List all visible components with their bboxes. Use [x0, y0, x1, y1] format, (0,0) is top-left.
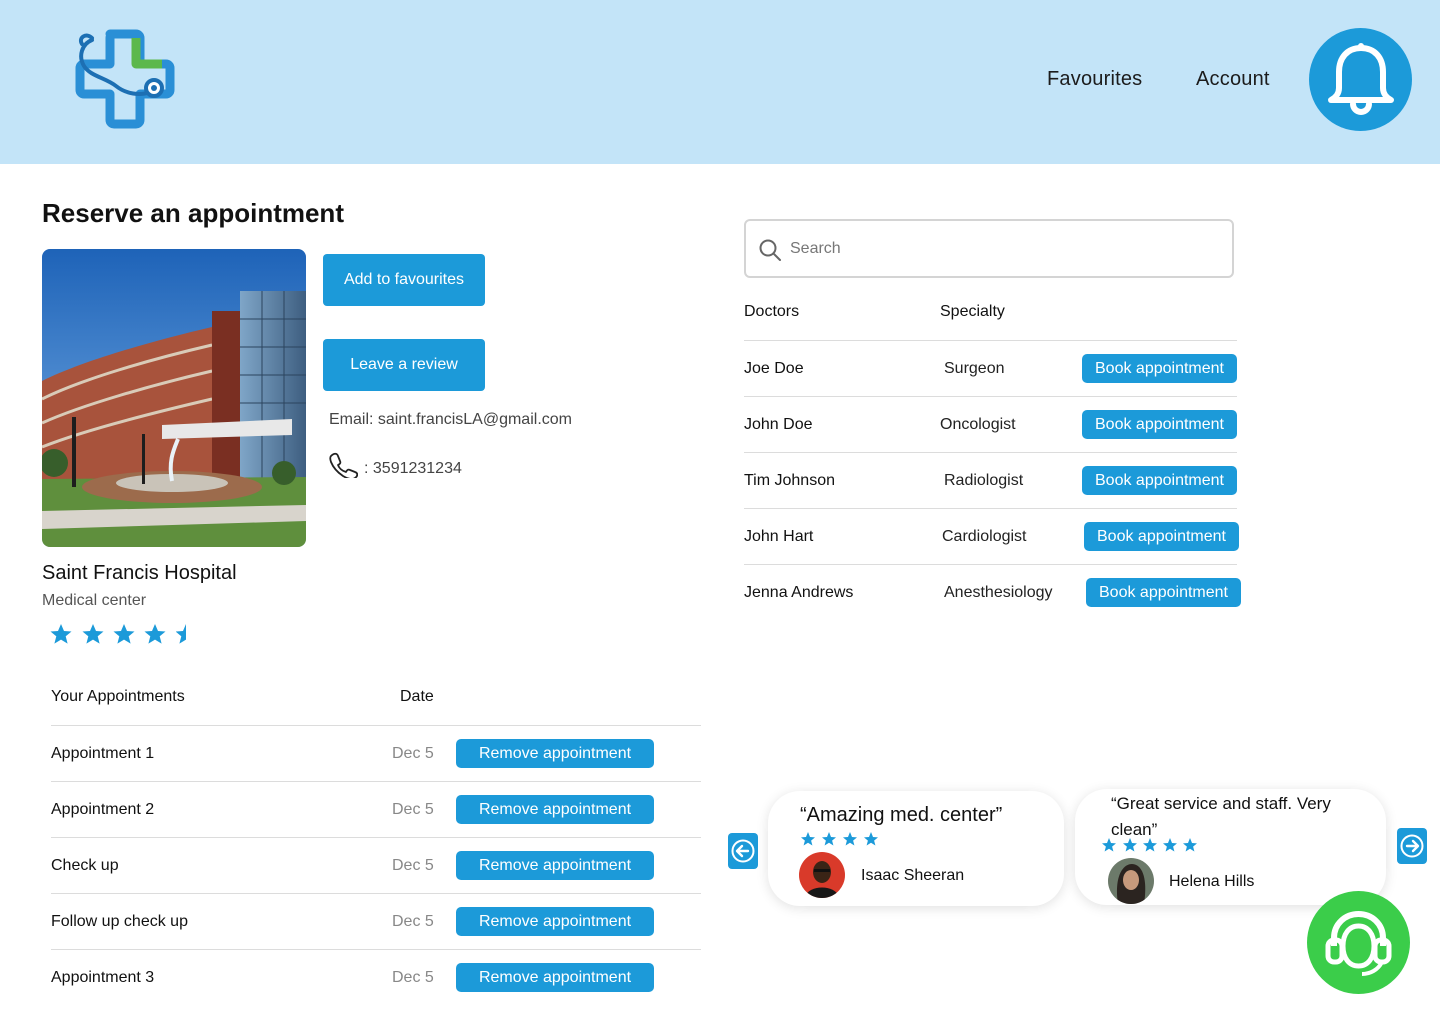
appointment-name: Appointment 1 — [51, 745, 155, 762]
doctor-row: John Doe Oncologist Book appointment — [744, 396, 1237, 452]
leave-review-button[interactable]: Leave a review — [323, 339, 485, 391]
doctor-name: Jenna Andrews — [744, 584, 854, 601]
book-appointment-button[interactable]: Book appointment — [1082, 466, 1237, 495]
doctor-specialty: Radiologist — [944, 472, 1024, 489]
appointment-date: Dec 5 — [392, 801, 434, 818]
add-to-favourites-button[interactable]: Add to favourites — [323, 254, 485, 306]
appointment-date: Dec 5 — [392, 745, 434, 762]
doctor-name: John Hart — [744, 528, 814, 545]
phone-icon — [329, 452, 358, 478]
appointment-name: Check up — [51, 857, 119, 874]
appointment-name: Appointment 2 — [51, 801, 155, 818]
book-appointment-button[interactable]: Book appointment — [1086, 578, 1241, 607]
doctor-specialty: Surgeon — [944, 360, 1005, 377]
remove-appointment-button[interactable]: Remove appointment — [456, 739, 654, 768]
notifications-button[interactable] — [1309, 28, 1412, 131]
hospital-rating — [50, 624, 186, 644]
carousel-prev-button[interactable] — [728, 833, 758, 869]
appointment-name: Follow up check up — [51, 913, 188, 930]
top-header: Favourites Account — [0, 0, 1440, 164]
headset-icon — [1325, 910, 1392, 976]
book-appointment-button[interactable]: Book appointment — [1082, 410, 1237, 439]
nav-favourites-link[interactable]: Favourites — [1047, 68, 1142, 91]
hospital-email: Email: saint.francisLA@gmail.com — [329, 411, 572, 428]
half-star-icon — [176, 624, 186, 644]
doctor-name: John Doe — [744, 416, 813, 433]
support-chat-button[interactable] — [1307, 891, 1410, 994]
appointment-row: Check up Dec 5 Remove appointment — [51, 837, 701, 893]
review-card: “Amazing med. center” Isaac Sheeran — [768, 791, 1064, 906]
arrow-left-icon — [731, 839, 755, 863]
star-icon — [144, 624, 166, 644]
reviewer-avatar — [799, 852, 845, 898]
carousel-next-button[interactable] — [1397, 828, 1427, 864]
hospital-photo — [42, 249, 306, 547]
appointments-header-name: Your Appointments — [51, 688, 185, 705]
appointment-row: Appointment 2 Dec 5 Remove appointment — [51, 781, 701, 837]
review-quote: “Amazing med. center” — [800, 804, 1003, 826]
reviewer-name: Helena Hills — [1169, 873, 1255, 890]
book-appointment-button[interactable]: Book appointment — [1084, 522, 1239, 551]
search-input[interactable] — [790, 233, 1210, 265]
star-icon — [50, 624, 72, 644]
appointment-row: Follow up check up Dec 5 Remove appointm… — [51, 893, 701, 949]
reviewer-avatar — [1108, 858, 1154, 904]
page-title: Reserve an appointment — [42, 198, 344, 228]
remove-appointment-button[interactable]: Remove appointment — [456, 851, 654, 880]
review-card: “Great service and staff. Very clean” He… — [1075, 789, 1386, 905]
hospital-phone: : 3591231234 — [364, 460, 462, 477]
review-stars — [801, 832, 878, 846]
bell-icon — [1328, 43, 1394, 115]
appointment-name: Appointment 3 — [51, 969, 155, 986]
doctor-name: Tim Johnson — [744, 472, 835, 489]
logo-icon[interactable] — [70, 26, 178, 130]
remove-appointment-button[interactable]: Remove appointment — [456, 795, 654, 824]
arrow-right-icon — [1400, 834, 1424, 858]
hospital-name: Saint Francis Hospital — [42, 562, 237, 584]
doctor-row: Jenna Andrews Anesthesiology Book appoin… — [744, 564, 1241, 620]
doctor-name: Joe Doe — [744, 360, 804, 377]
appointment-date: Dec 5 — [392, 857, 434, 874]
doctor-specialty: Cardiologist — [942, 528, 1027, 545]
star-icon — [113, 624, 135, 644]
nav-account-link[interactable]: Account — [1196, 68, 1270, 91]
doctor-row: Joe Doe Surgeon Book appointment — [744, 340, 1237, 396]
appointment-date: Dec 5 — [392, 913, 434, 930]
doctors-header-specialty: Specialty — [940, 303, 1005, 320]
doctors-header-name: Doctors — [744, 303, 800, 320]
doctor-specialty: Oncologist — [940, 416, 1016, 433]
appointment-row: Appointment 3 Dec 5 Remove appointment — [51, 949, 701, 1005]
review-stars — [1102, 838, 1197, 852]
doctor-specialty: Anesthesiology — [944, 584, 1053, 601]
search-icon — [759, 239, 781, 261]
reviewer-name: Isaac Sheeran — [861, 867, 965, 884]
book-appointment-button[interactable]: Book appointment — [1082, 354, 1237, 383]
doctor-row: John Hart Cardiologist Book appointment — [744, 508, 1239, 564]
search-box — [744, 219, 1234, 278]
doctor-row: Tim Johnson Radiologist Book appointment — [744, 452, 1237, 508]
hospital-type: Medical center — [42, 592, 147, 609]
appointment-date: Dec 5 — [392, 969, 434, 986]
review-quote: “Great service and staff. Very clean” — [1111, 794, 1331, 839]
appointments-header-date: Date — [400, 688, 434, 705]
remove-appointment-button[interactable]: Remove appointment — [456, 907, 654, 936]
appointment-row: Appointment 1 Dec 5 Remove appointment — [51, 725, 701, 781]
star-icon — [82, 624, 104, 644]
remove-appointment-button[interactable]: Remove appointment — [456, 963, 654, 992]
